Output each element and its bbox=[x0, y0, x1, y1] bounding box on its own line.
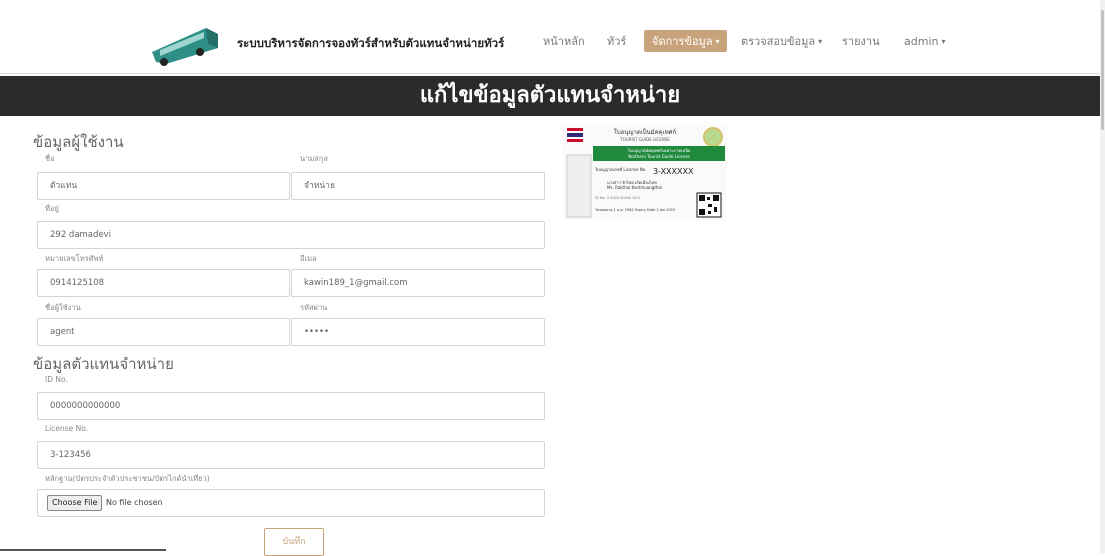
card-subtitle: TOURIST GUIDE LICENSE bbox=[619, 137, 670, 142]
top-navbar: ระบบบริหารจัดการจองทัวร์สำหรับตัวแทนจำหน… bbox=[0, 0, 1100, 74]
save-button[interactable]: บันทึก bbox=[264, 528, 324, 556]
nav-tours[interactable]: ทัวร์ bbox=[607, 30, 626, 52]
license-no-label: License No. bbox=[45, 424, 89, 433]
address-label: ที่อยู่ bbox=[45, 204, 59, 213]
first-name-label: ชื่อ bbox=[45, 154, 55, 163]
card-id-line: ID No. 3 0000 00000 00 0 bbox=[595, 196, 640, 200]
id-no-input[interactable]: 0000000000000 bbox=[37, 392, 545, 420]
card-type-en: Northern Tourist Guide License bbox=[628, 154, 690, 159]
file-status: No file chosen bbox=[106, 498, 163, 507]
nav-user-menu[interactable]: admin ▾ bbox=[904, 30, 945, 52]
nav-check-data[interactable]: ตรวจสอบข้อมูล ▾ bbox=[741, 30, 822, 52]
email-label: อีเมล bbox=[300, 254, 317, 263]
nav-report[interactable]: รายงาน bbox=[842, 30, 880, 52]
chevron-down-icon: ▾ bbox=[715, 36, 720, 46]
first-name-input[interactable]: ตัวแทน bbox=[37, 172, 290, 200]
username-label: ชื่อผู้ใช้งาน bbox=[45, 303, 81, 312]
evidence-label: หลักฐาน(บัตรประจำตัวประชาชน/บัตรไกด์นำเท… bbox=[45, 474, 210, 483]
last-name-input[interactable]: จำหน่าย bbox=[291, 172, 545, 200]
address-input[interactable]: 292 damadevi bbox=[37, 221, 545, 249]
nav-home[interactable]: หน้าหลัก bbox=[543, 30, 585, 52]
email-input[interactable]: kawin189_1@gmail.com bbox=[291, 269, 545, 297]
chevron-down-icon: ▾ bbox=[941, 36, 946, 46]
bus-logo-icon bbox=[152, 28, 218, 66]
card-title: ใบอนุญาตเป็นมัคคุเทศก์ bbox=[614, 127, 677, 136]
agent-section-title: ข้อมูลตัวแทนจำหน่าย bbox=[33, 355, 174, 373]
license-no-input[interactable]: 3-123456 bbox=[37, 441, 545, 469]
password-input[interactable]: ••••• bbox=[291, 318, 545, 346]
user-section-title: ข้อมูลผู้ใช้งาน bbox=[33, 133, 124, 151]
password-label: รหัสผ่าน bbox=[300, 303, 328, 312]
license-card-image: ใบอนุญาตเป็นมัคคุเทศก์ TOURIST GUIDE LIC… bbox=[563, 125, 727, 220]
id-no-label: ID No. bbox=[45, 375, 68, 384]
emblem-icon bbox=[703, 127, 723, 147]
qr-code-icon bbox=[696, 192, 722, 218]
page-title: แก้ไขข้อมูลตัวแทนจำหน่าย bbox=[0, 76, 1100, 116]
card-name-en: Ms. Rakthai Koetmuangthai bbox=[607, 185, 662, 190]
choose-file-button[interactable]: Choose File bbox=[47, 495, 103, 511]
chevron-down-icon: ▾ bbox=[818, 36, 823, 46]
app-title: ระบบบริหารจัดการจองทัวร์สำหรับตัวแทนจำหน… bbox=[237, 36, 505, 50]
thai-flag-icon bbox=[567, 128, 583, 142]
nav-manage-data[interactable]: จัดการข้อมูล ▾ bbox=[644, 30, 728, 52]
phone-label: หมายเลขโทรศัพท์ bbox=[45, 254, 104, 263]
scrollbar[interactable] bbox=[1100, 0, 1105, 553]
scrollbar-thumb[interactable] bbox=[1101, 10, 1104, 130]
divider bbox=[0, 549, 166, 551]
username-input[interactable]: agent bbox=[37, 318, 290, 346]
card-license-no: 3-XXXXXX bbox=[653, 167, 694, 176]
last-name-label: นามสกุล bbox=[300, 154, 328, 163]
phone-input[interactable]: 0914125108 bbox=[37, 269, 290, 297]
